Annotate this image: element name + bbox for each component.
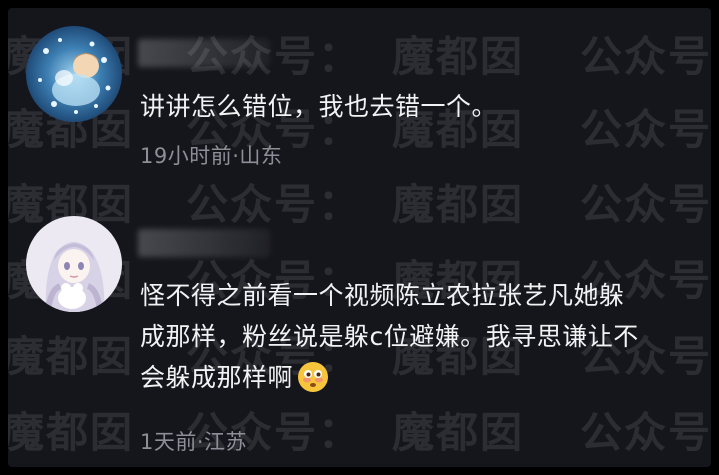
watermark-text: 公众号 [580, 180, 711, 229]
comment-panel: 魔都囡 公众号： 魔都囡 公众号 魔都囡 公众号： 魔都囡 公众号 魔都囡 公众… [8, 8, 711, 467]
comment-text-line: 怪不得之前看一个视频陈立农拉张艺凡她躲 [140, 281, 625, 310]
comment-meta: 1天前·江苏 [140, 430, 248, 454]
comment-text-line-content: 会躲成那样啊 [140, 363, 294, 392]
username-blurred[interactable] [138, 39, 270, 67]
watermark-text: 魔都囡 [392, 32, 525, 81]
watermark-text: 公众号 [580, 32, 711, 81]
avatar-image [26, 216, 122, 312]
comment-text-line: 会躲成那样啊 [140, 357, 700, 398]
comment-text: 怪不得之前看一个视频陈立农拉张艺凡她躲 成那样，粉丝说是躲c位避嫌。我寻思谦让不… [140, 275, 700, 398]
comment-text-line: 讲讲怎么错位，我也去错一个。 [140, 92, 498, 121]
user-avatar[interactable] [26, 216, 122, 312]
watermark-text: 魔都囡 [392, 408, 525, 457]
username-blurred[interactable] [138, 229, 270, 257]
flushed-face-emoji-icon [297, 361, 329, 393]
watermark-text: 魔都囡 [392, 180, 525, 229]
watermark-text: 魔都囡 [8, 408, 135, 457]
comment-meta: 19小时前·山东 [140, 144, 283, 168]
watermark-text: 公众号： [186, 180, 363, 229]
comment-text-line: 成那样，粉丝说是躲c位避嫌。我寻思谦让不 [140, 322, 639, 351]
user-avatar[interactable] [26, 26, 122, 122]
flushed-face-icon [298, 362, 329, 392]
watermark-text: 魔都囡 [8, 332, 135, 381]
watermark-text: 公众号 [580, 408, 711, 457]
avatar-image [26, 26, 122, 122]
comment-text: 讲讲怎么错位，我也去错一个。 [140, 86, 700, 127]
